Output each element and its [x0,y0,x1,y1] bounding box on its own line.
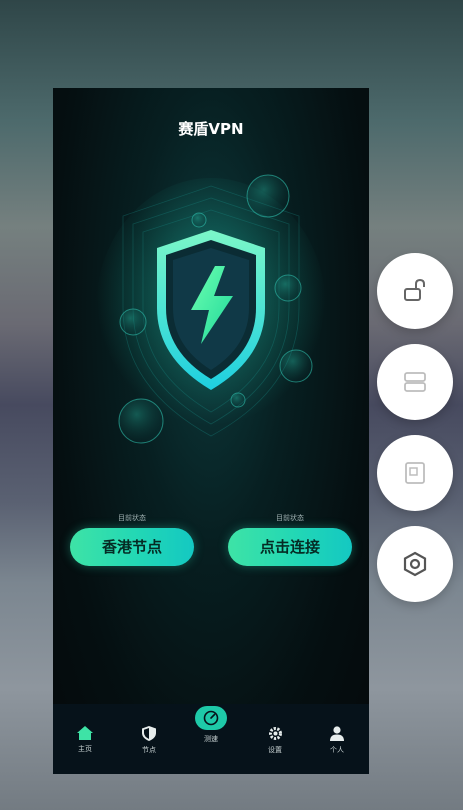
person-icon [330,726,344,741]
speedometer-icon [195,706,227,730]
tab-label: 测速 [204,735,218,743]
shield-icon [142,726,156,741]
unlock-icon [404,279,425,301]
split-screen-icon [404,372,426,392]
tab-profile[interactable]: 个人 [317,726,357,755]
hexagon-settings-icon [403,551,427,577]
connect-button[interactable]: 点击连接 [228,528,352,566]
tab-label: 节点 [142,746,156,754]
current-node-group: 目前状态 香港节点 [67,513,197,566]
app-window: 赛盾VPN 目前状态 香港节点 目前状态 点击连接 主页 节点 测速 设置 个人 [53,88,369,774]
status-label: 目前状态 [118,514,146,522]
settings-button[interactable] [377,526,453,602]
tab-settings[interactable]: 设置 [255,726,295,755]
tab-speedtest[interactable]: 测速 [193,706,229,744]
tab-label: 个人 [330,746,344,754]
node-select-button[interactable]: 香港节点 [70,528,194,566]
app-title: 赛盾VPN [178,120,244,138]
tab-label: 主页 [78,745,92,753]
gear-icon [268,727,282,740]
connection-group: 目前状态 点击连接 [225,513,355,566]
unlock-button[interactable] [377,253,453,329]
tab-nodes[interactable]: 节点 [129,726,169,755]
status-label: 目前状态 [276,514,304,522]
split-screen-button[interactable] [377,344,453,420]
floating-window-button[interactable] [377,435,453,511]
vpn-shield-illustration [96,174,326,444]
home-icon [77,726,93,740]
tab-home[interactable]: 主页 [65,726,105,754]
tab-label: 设置 [268,746,282,754]
window-icon [405,462,425,484]
bottom-tab-bar: 主页 节点 测速 设置 个人 [53,704,369,774]
